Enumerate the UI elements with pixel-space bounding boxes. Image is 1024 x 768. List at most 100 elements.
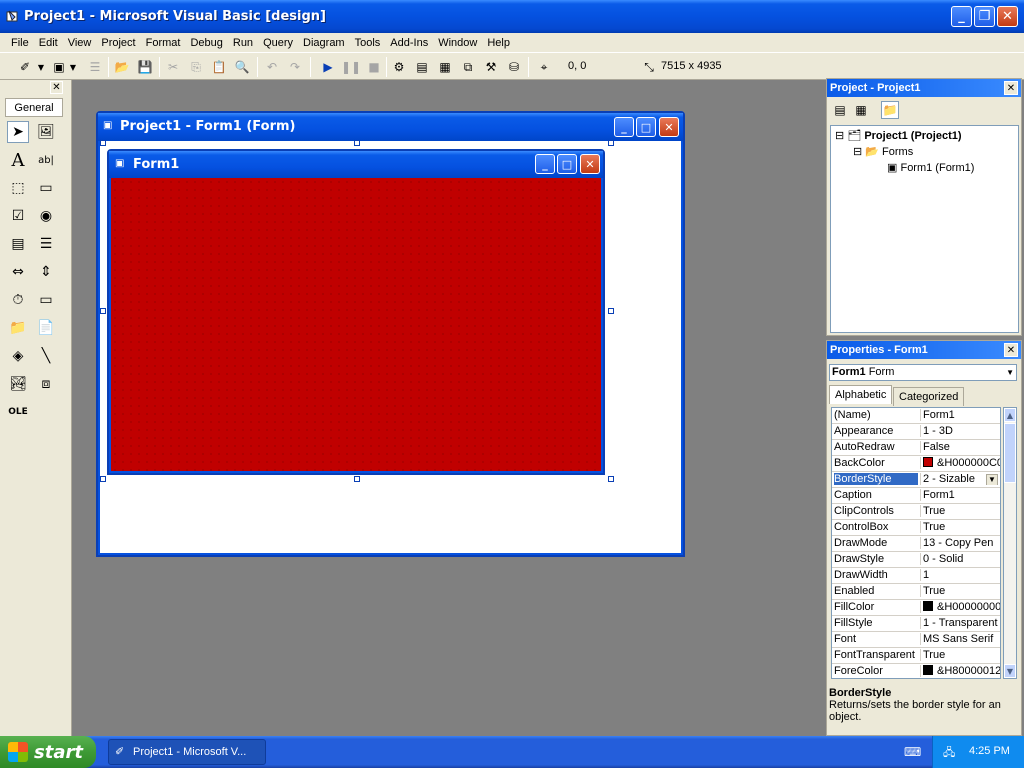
property-value[interactable]: &H000000C0 — [920, 457, 1000, 469]
property-value[interactable]: &H00000000 — [920, 601, 1000, 613]
property-value[interactable]: 1 - Transparent — [920, 617, 1000, 629]
form1-close-button[interactable]: ✕ — [580, 154, 600, 174]
tree-node-project[interactable]: ⊟ 🗂 Project1 (Project1) — [835, 129, 962, 142]
scroll-down-button[interactable]: ▼ — [1004, 664, 1016, 678]
checkbox-tool[interactable]: ☑ — [7, 205, 29, 227]
collapse-icon[interactable]: ⊟ — [853, 146, 862, 158]
object-browser-button[interactable]: ⧉ — [459, 58, 477, 76]
textbox-tool[interactable]: ab| — [35, 149, 57, 171]
resize-handle[interactable] — [608, 140, 614, 146]
form1-client-area[interactable] — [111, 178, 601, 471]
data-tool[interactable]: ⧈ — [35, 373, 57, 395]
property-value[interactable]: 2 - Sizable ▼ — [920, 473, 1000, 485]
add-form-button[interactable]: ▣ — [50, 58, 68, 76]
property-value[interactable]: False — [920, 441, 1000, 453]
save-project-button[interactable]: 💾 — [136, 58, 154, 76]
drivelistbox-tool[interactable]: ▭ — [35, 289, 57, 311]
property-value[interactable]: 0 - Solid — [920, 553, 1000, 565]
listbox-tool[interactable]: ☰ — [35, 233, 57, 255]
menu-debug[interactable]: Debug — [185, 37, 227, 49]
menu-file[interactable]: File — [6, 37, 34, 49]
start-button[interactable]: ▶ — [319, 58, 337, 76]
paste-button[interactable]: 📋 — [210, 58, 228, 76]
main-title-bar[interactable]: Project1 - Microsoft Visual Basic [desig… — [0, 0, 1024, 33]
menu-project[interactable]: Project — [96, 37, 140, 49]
property-value[interactable]: MS Sans Serif — [920, 633, 1000, 645]
property-row[interactable]: FillColor &H00000000 — [832, 600, 1000, 616]
property-row[interactable]: ClipControls True — [832, 504, 1000, 520]
frame-tool[interactable]: ⬚ — [7, 177, 29, 199]
form1-maximize-button[interactable]: □ — [557, 154, 577, 174]
redo-button[interactable]: ↷ — [286, 58, 304, 76]
start-button[interactable]: start — [0, 736, 96, 768]
break-button[interactable]: ❚❚ — [341, 58, 361, 76]
property-row[interactable]: DrawStyle 0 - Solid — [832, 552, 1000, 568]
shape-tool[interactable]: ◈ — [7, 345, 29, 367]
property-value[interactable]: Form1 — [920, 489, 1000, 501]
hscrollbar-tool[interactable]: ⇔ — [7, 261, 29, 283]
dirlistbox-tool[interactable]: 📁 — [7, 317, 29, 339]
object-selector[interactable]: Form1 Form ▼ — [829, 364, 1017, 381]
copy-button[interactable]: ⎘ — [187, 58, 205, 76]
ole-tool[interactable]: OLE — [7, 401, 29, 423]
form-designer-title-bar[interactable]: ▣ Project1 - Form1 (Form) — [98, 113, 683, 141]
property-value[interactable]: 13 - Copy Pen — [920, 537, 1000, 549]
end-button[interactable]: ■ — [365, 58, 383, 76]
menu-addins[interactable]: Add-Ins — [385, 37, 433, 49]
property-row[interactable]: BorderStyle 2 - Sizable ▼ — [832, 472, 1000, 488]
menu-format[interactable]: Format — [141, 37, 186, 49]
combobox-tool[interactable]: ▤ — [7, 233, 29, 255]
tree-node-form1[interactable]: ▣ Form1 (Form1) — [887, 161, 974, 174]
collapse-icon[interactable]: ⊟ — [835, 130, 844, 142]
chevron-down-icon[interactable]: ▼ — [1006, 365, 1014, 380]
close-button[interactable]: ✕ — [997, 6, 1018, 27]
add-project-dropdown[interactable]: ▼ — [36, 58, 46, 76]
vscrollbar-tool[interactable]: ⇕ — [35, 261, 57, 283]
scroll-thumb[interactable] — [1004, 423, 1016, 483]
menu-tools[interactable]: Tools — [350, 37, 386, 49]
toolbox-button[interactable]: ⚒ — [482, 58, 500, 76]
add-project-button[interactable]: ✐ — [16, 58, 34, 76]
property-row[interactable]: AutoRedraw False — [832, 440, 1000, 456]
menu-help[interactable]: Help — [482, 37, 515, 49]
resize-handle[interactable] — [100, 140, 106, 146]
label-tool[interactable]: A — [7, 149, 29, 171]
menu-view[interactable]: View — [63, 37, 97, 49]
property-row[interactable]: Appearance 1 - 3D — [832, 424, 1000, 440]
tree-node-forms[interactable]: ⊟ 📂 Forms — [853, 145, 913, 158]
property-value[interactable]: 1 — [920, 569, 1000, 581]
view-code-button[interactable]: ▤ — [831, 101, 849, 119]
form1-minimize-button[interactable]: _ — [535, 154, 555, 174]
toolbox-tab-general[interactable]: General — [5, 98, 63, 117]
taskbar-item-vb[interactable]: ✐ Project1 - Microsoft V... — [108, 739, 266, 765]
property-row[interactable]: DrawWidth 1 — [832, 568, 1000, 584]
designer-minimize-button[interactable]: _ — [614, 117, 634, 137]
vb-app-icon[interactable] — [6, 9, 20, 23]
data-view-button[interactable]: ⛁ — [505, 58, 523, 76]
form1-title-bar[interactable]: ▣ Form1 — [109, 151, 603, 178]
toolbox-close-button[interactable]: ✕ — [50, 81, 63, 94]
clock[interactable]: 4:25 PM — [969, 745, 1010, 757]
resize-handle[interactable] — [608, 476, 614, 482]
property-value[interactable]: True — [920, 521, 1000, 533]
property-grid-scrollbar[interactable]: ▲ ▼ — [1003, 407, 1017, 679]
menu-diagram[interactable]: Diagram — [298, 37, 350, 49]
picturebox-tool[interactable]: 🖼 — [35, 121, 57, 143]
properties-close-button[interactable]: ✕ — [1004, 343, 1018, 357]
find-button[interactable]: 🔍 — [233, 58, 251, 76]
property-row[interactable]: ForeColor &H80000012 — [832, 664, 1000, 678]
property-value[interactable]: &H80000012 — [920, 665, 1000, 677]
pointer-tool[interactable]: ➤ — [7, 121, 29, 143]
property-value[interactable]: True — [920, 649, 1000, 661]
property-dropdown-button[interactable]: ▼ — [986, 474, 998, 485]
commandbutton-tool[interactable]: ▭ — [35, 177, 57, 199]
resize-handle[interactable] — [100, 476, 106, 482]
cut-button[interactable]: ✂ — [164, 58, 182, 76]
maximize-button[interactable]: ❐ — [974, 6, 995, 27]
property-value[interactable]: True — [920, 585, 1000, 597]
designer-close-button[interactable]: ✕ — [659, 117, 679, 137]
property-row[interactable]: Caption Form1 — [832, 488, 1000, 504]
resize-handle[interactable] — [354, 140, 360, 146]
form-layout-button[interactable]: ▦ — [436, 58, 454, 76]
open-project-button[interactable]: 📂 — [113, 58, 131, 76]
